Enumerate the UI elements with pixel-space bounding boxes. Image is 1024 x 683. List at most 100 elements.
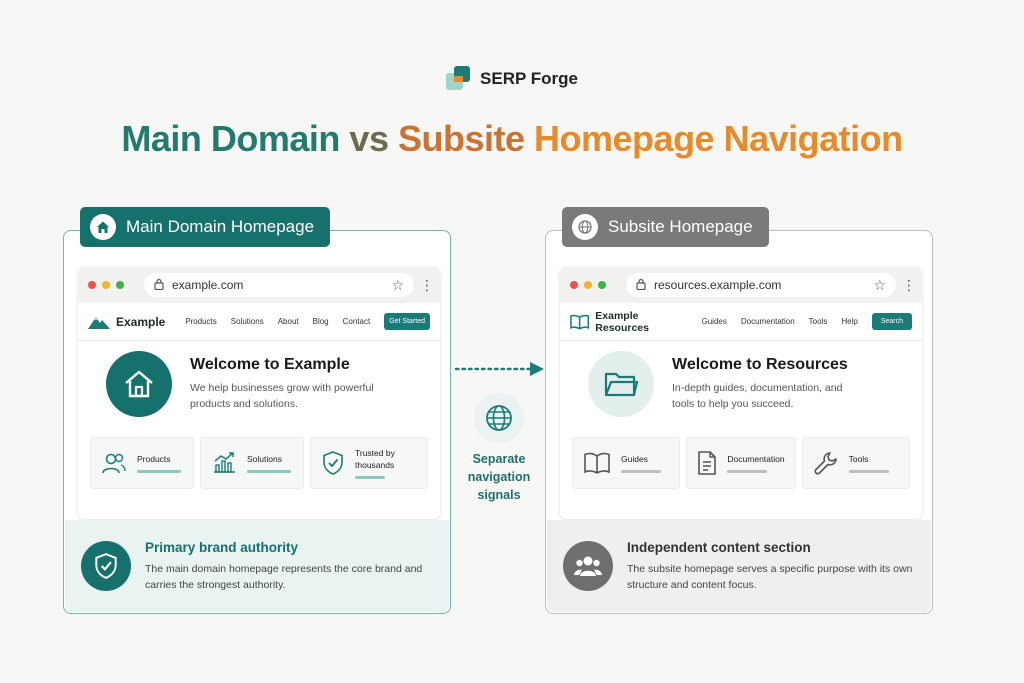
placeholder-bar [247,470,291,473]
subsite-browser: resources.example.com ☆ ⋮ Example Resour… [560,267,922,519]
mountain-icon [88,316,110,329]
wrench-icon [814,452,837,475]
nav-documentation[interactable]: Documentation [737,317,799,326]
nav-contact[interactable]: Contact [339,317,375,326]
feature-label: Solutions [247,454,282,464]
main-domain-tag: Main Domain Homepage [80,207,331,247]
subsite-panel: Subsite Homepage resources.example.com ☆… [545,207,933,614]
placeholder-bar [727,470,768,473]
hero: Welcome to Resources In-depth guides, do… [588,351,862,417]
search-button[interactable]: Search [871,313,912,330]
hero-description: In-depth guides, documentation, and tool… [672,382,843,410]
feature-row: Products Solutions Trusted by thousands [90,437,428,489]
browser-toolbar: resources.example.com ☆ ⋮ [560,267,922,303]
feature-trusted[interactable]: Trusted by thousands [310,437,428,489]
maximize-dot[interactable] [116,281,124,289]
shield-check-icon [323,451,343,475]
nav-solutions[interactable]: Solutions [227,317,268,326]
feature-label: Trusted by thousands [355,448,395,470]
browser-toolbar: example.com ☆ ⋮ [78,267,440,303]
title-part-3: Subsite [397,118,525,159]
main-domain-panel: Main Domain Homepage example.com ☆ ⋮ Exa… [63,207,451,614]
site-name: Example Resources [595,309,649,334]
shield-check-icon [81,541,131,591]
serp-forge-logo-icon [446,66,472,92]
get-started-button[interactable]: Get Started [384,313,430,330]
feature-products[interactable]: Products [90,437,194,489]
summary-title: Independent content section [627,539,811,555]
feature-tools[interactable]: Tools [801,437,911,489]
summary-title: Primary brand authority [145,539,299,555]
subsite-tag-label: Subsite Homepage [608,217,753,236]
home-icon [90,214,116,240]
url-text: resources.example.com [654,278,782,292]
brand-name: SERP Forge [480,69,578,88]
maximize-dot[interactable] [598,281,606,289]
feature-solutions[interactable]: Solutions [200,437,304,489]
house-icon [106,351,172,417]
feature-label: Guides [621,454,648,464]
nav-products[interactable]: Products [181,317,221,326]
site-nav: Example Products Solutions About Blog Co… [78,303,440,341]
lock-icon [154,278,164,293]
feature-documentation[interactable]: Documentation [686,437,796,489]
feature-row: Guides Documentation Tools [572,437,911,489]
site-logo[interactable]: Example Resources [570,310,692,334]
hero: Welcome to Example We help businesses gr… [106,351,380,417]
address-bar[interactable]: resources.example.com ☆ [626,273,896,297]
nav-about[interactable]: About [274,317,303,326]
url-text: example.com [172,278,244,292]
summary-description: The main domain homepage represents the … [145,562,423,591]
feature-label: Documentation [727,454,785,464]
nav-help[interactable]: Help [837,317,861,326]
nav-blog[interactable]: Blog [309,317,333,326]
minimize-dot[interactable] [102,281,110,289]
feature-guides[interactable]: Guides [572,437,681,489]
users-group-icon [563,541,613,591]
more-menu-icon[interactable]: ⋮ [420,277,434,294]
title-part-4: Homepage Navigation [534,118,903,159]
book-icon [584,452,610,474]
more-menu-icon[interactable]: ⋮ [902,277,916,294]
dotted-arrow [454,362,544,376]
summary-description: The subsite homepage serves a specific p… [627,562,913,591]
minimize-dot[interactable] [584,281,592,289]
document-icon [698,451,717,475]
nav-tools[interactable]: Tools [805,317,832,326]
main-domain-browser: example.com ☆ ⋮ Example Products Solutio… [78,267,440,519]
lock-icon [636,278,646,293]
site-name: Example [116,314,166,329]
open-book-icon [570,314,590,330]
page-title: Main Domain vs Subsite Homepage Navigati… [0,118,1024,160]
star-icon[interactable]: ☆ [873,277,886,294]
globe-icon [572,214,598,240]
star-icon[interactable]: ☆ [391,277,404,294]
hero-title: Welcome to Example [190,356,350,373]
users-icon [102,453,126,474]
hero-title: Welcome to Resources [672,356,848,373]
close-dot[interactable] [88,281,96,289]
subsite-tag: Subsite Homepage [562,207,769,247]
title-part-1: Main Domain [121,118,340,159]
subsite-summary: Independent content section The subsite … [547,520,931,612]
connector-label: Separate navigation signals [467,452,531,502]
folder-icon [588,351,654,417]
close-dot[interactable] [570,281,578,289]
main-domain-tag-label: Main Domain Homepage [126,217,315,236]
title-part-2: vs [349,118,389,159]
site-logo[interactable]: Example [88,315,165,329]
site-nav: Example Resources Guides Documentation T… [560,303,922,341]
hero-description: We help businesses grow with powerful pr… [190,382,374,410]
feature-label: Tools [848,454,869,464]
placeholder-bar [355,476,385,479]
main-domain-summary: Primary brand authority The main domain … [65,520,449,612]
nav-guides[interactable]: Guides [698,317,731,326]
placeholder-bar [848,470,889,473]
chart-icon [214,452,235,473]
address-bar[interactable]: example.com ☆ [144,273,414,297]
globe-icon [474,393,524,443]
brand: SERP Forge [0,66,1024,92]
placeholder-bar [137,470,181,473]
placeholder-bar [621,470,661,473]
feature-label: Products [137,454,171,464]
